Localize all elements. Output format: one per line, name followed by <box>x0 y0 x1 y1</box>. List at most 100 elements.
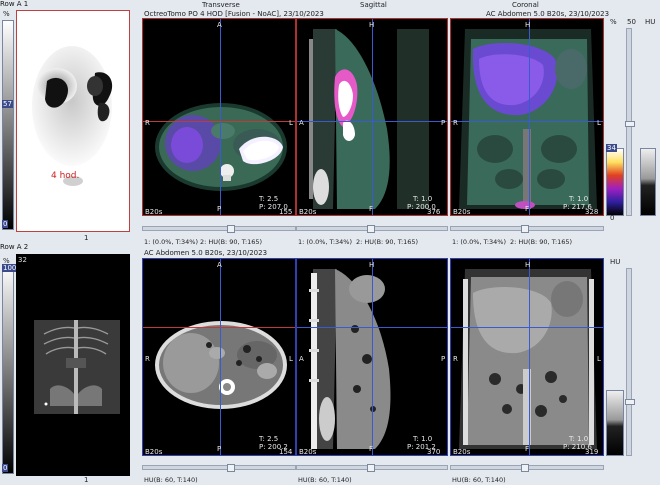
ct-coronal-image <box>459 269 597 449</box>
ct-sagittal-orient-bottom: F <box>369 445 374 453</box>
ct-sagittal-crosshair-v[interactable] <box>372 259 373 455</box>
scintigraphy-time-annotation: 4 hod. <box>51 171 80 181</box>
top-scale-pct: % <box>610 18 617 26</box>
ct-transverse-kernel: B20s <box>145 448 163 456</box>
top-scale-bot: 0 <box>610 214 615 222</box>
coronal-crosshair-v[interactable] <box>529 19 530 215</box>
bottom-legend-2: HU(B: 60, T:140) <box>298 476 352 484</box>
transverse-orient-top: A <box>217 21 222 29</box>
top-view-coronal-label: Coronal <box>512 1 539 9</box>
coronal-thickness: T: 1.0 <box>569 195 589 203</box>
sagittal-crosshair-v[interactable] <box>372 19 373 215</box>
transverse-kernel: B20s <box>145 208 163 216</box>
coronal-orient-bottom: F <box>525 205 530 213</box>
top-scale-top: 50 <box>627 18 636 26</box>
ct-transverse-orient-bottom: P <box>217 445 222 453</box>
ct-transverse-slice: 154 <box>279 448 293 456</box>
ct-coronal-slice-slider[interactable] <box>450 464 604 472</box>
ct-transverse-viewport[interactable]: A R L P T: 2.5 P: 200.2 B20s 154 <box>142 258 296 456</box>
ct-transverse-thickness: T: 2.5 <box>259 435 279 443</box>
sagittal-orient-left: A <box>299 119 304 127</box>
ct-coronal-kernel: B20s <box>453 448 471 456</box>
bottom-scale-hu: HU <box>610 258 621 266</box>
top-view-transverse-label: Transverse <box>202 1 240 9</box>
coronal-orient-top: H <box>525 21 531 29</box>
sagittal-kernel: B20s <box>299 208 317 216</box>
transverse-slice: 155 <box>279 208 293 216</box>
coronal-kernel: B20s <box>453 208 471 216</box>
ct-sagittal-orient-right: P <box>441 355 446 363</box>
ct-coronal-crosshair-v[interactable] <box>529 259 530 455</box>
top-scale-mid: 34 <box>606 144 617 152</box>
transverse-crosshair-v[interactable] <box>220 19 221 215</box>
ct-coronal-slice: 319 <box>585 448 599 456</box>
ct-transverse-crosshair-h[interactable] <box>143 327 295 328</box>
ct-sagittal-thickness: T: 1.0 <box>413 435 433 443</box>
top-legend-2: 2: HU(B: 90, T:165) <box>200 238 263 246</box>
sagittal-orient-top: H <box>369 21 375 29</box>
ct-transverse-crosshair-v[interactable] <box>220 259 221 455</box>
coronal-crosshair-h[interactable] <box>451 121 603 122</box>
bottom-legend-1: HU(B: 60, T:140) <box>144 476 198 484</box>
top-series-right: AC Abdomen 5.0 B20s, 23/10/2023 <box>486 10 610 18</box>
ct-sagittal-orient-top: H <box>369 261 375 269</box>
ct-sagittal-slice-slider[interactable] <box>296 464 448 472</box>
ct-sagittal-viewport[interactable]: H A P F T: 1.0 P: 201.2 B20s 370 <box>296 258 448 456</box>
coronal-orient-right: L <box>597 119 601 127</box>
row-a2-scale-bot: 0 <box>2 464 9 472</box>
ct-coronal-viewport[interactable]: H R L F T: 1.0 P: 210.6 B20s 319 <box>450 258 604 456</box>
top-legend-1: 1: (0.0%, T:34%) <box>144 238 199 246</box>
planar-scintigraphy-viewport[interactable]: 4 hod. <box>16 10 130 232</box>
ct-transverse-orient-left: R <box>145 355 150 363</box>
sagittal-thickness: T: 1.0 <box>413 195 433 203</box>
top-scale-hu: HU <box>645 18 656 26</box>
ct-topogram-image <box>34 320 120 414</box>
row-a1-grayscale-bar[interactable] <box>2 20 14 230</box>
sagittal-slice: 376 <box>427 208 441 216</box>
ct-coronal-crosshair-h[interactable] <box>451 327 603 328</box>
top-series-left: OctreoTomo PO 4 HOD [Fusion - NoAC], 23/… <box>144 10 324 18</box>
top-window-slider[interactable] <box>625 28 635 216</box>
top-legend-3: 1: (0.0%, T:34%) <box>298 238 353 246</box>
fusion-sagittal-viewport[interactable]: H A P F T: 1.0 P: 200.0 B20s 376 <box>296 18 448 216</box>
transverse-thickness: T: 2.5 <box>259 195 279 203</box>
bottom-window-slider[interactable] <box>625 268 635 456</box>
ct-coronal-orient-bottom: F <box>525 445 530 453</box>
ct-coronal-orient-right: L <box>597 355 601 363</box>
ct-transverse-orient-top: A <box>217 261 222 269</box>
row-a2-footer: 1 <box>84 476 89 484</box>
row-a1-footer: 1 <box>84 234 89 242</box>
ct-transverse-orient-right: L <box>289 355 293 363</box>
planar-scintigraphy-image <box>32 46 113 186</box>
ct-coronal-orient-top: H <box>525 261 531 269</box>
transverse-orient-bottom: P <box>217 205 222 213</box>
ct-sagittal-crosshair-h[interactable] <box>297 327 447 328</box>
top-ct-graybar[interactable] <box>640 148 656 216</box>
ct-sagittal-orient-left: A <box>299 355 304 363</box>
transverse-slice-slider[interactable] <box>142 225 296 233</box>
fusion-coronal-viewport[interactable]: H R L F T: 1.0 P: 217.6 B20s 328 <box>450 18 604 216</box>
ct-coronal-thickness: T: 1.0 <box>569 435 589 443</box>
fusion-transverse-viewport[interactable]: A R L P T: 2.5 P: 207.0 B20s 155 <box>142 18 296 216</box>
ct-topogram-viewport[interactable]: 32 <box>16 254 130 476</box>
row-a2-grayscale-bar[interactable] <box>2 264 14 474</box>
ct-topogram-num: 32 <box>18 256 27 264</box>
fusion-coronal-image <box>459 29 597 209</box>
coronal-slice-slider[interactable] <box>450 225 604 233</box>
top-legend-5: 1: (0.0%, T:34%) <box>452 238 507 246</box>
ct-transverse-slice-slider[interactable] <box>142 464 296 472</box>
ct-sagittal-slice: 370 <box>427 448 441 456</box>
row-a2-title: Row A 2 <box>0 243 29 251</box>
row-a1-scale-mid: 57 <box>2 100 13 108</box>
row-a1-pct: % <box>3 10 10 18</box>
top-view-sagittal-label: Sagittal <box>360 1 387 9</box>
sagittal-orient-right: P <box>441 119 446 127</box>
bottom-ct-graybar[interactable] <box>606 390 624 456</box>
top-pet-colorbar[interactable] <box>606 148 624 216</box>
transverse-crosshair-h[interactable] <box>143 121 295 122</box>
row-a1-scale-bot: 0 <box>2 220 9 228</box>
sagittal-crosshair-h[interactable] <box>297 121 447 122</box>
ct-coronal-orient-left: R <box>453 355 458 363</box>
sagittal-orient-bottom: F <box>369 205 374 213</box>
sagittal-slice-slider[interactable] <box>296 225 448 233</box>
